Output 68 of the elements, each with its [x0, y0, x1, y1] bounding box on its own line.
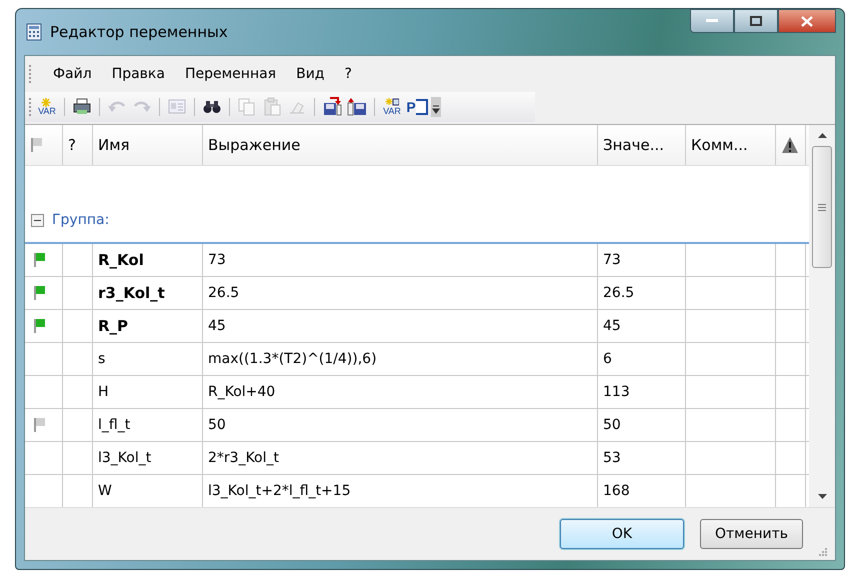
name-cell: R_Kol — [93, 244, 203, 276]
column-header[interactable]: Комм... — [686, 125, 776, 165]
expression-cell: 45 — [203, 310, 598, 342]
icon-label: VAR — [38, 107, 56, 116]
scroll-down-icon[interactable] — [818, 494, 826, 499]
dialog-button[interactable]: OK — [560, 519, 684, 549]
menu-item[interactable]: Вид — [296, 64, 324, 84]
value-cell: 6 — [598, 343, 686, 375]
value-cell: 73 — [598, 244, 686, 276]
maximize-icon — [750, 16, 762, 26]
group-label: Группа: — [52, 212, 110, 228]
floppy-arrow-icon[interactable] — [322, 97, 342, 117]
column-header[interactable]: Выражение — [203, 125, 598, 165]
column-header[interactable]: ? — [63, 125, 93, 165]
new-variable-button[interactable]: VAR — [36, 95, 58, 119]
name-cell: H — [93, 376, 203, 408]
dialog-button[interactable]: Отменить — [700, 519, 803, 549]
flag-icon[interactable] — [33, 318, 47, 334]
minimize-button[interactable] — [690, 9, 734, 33]
expression-cell: 73 — [203, 244, 598, 276]
value-cell: 26.5 — [598, 277, 686, 309]
star-icon — [385, 98, 399, 107]
collapse-toggle[interactable] — [31, 214, 44, 226]
icon-label: VAR — [383, 107, 401, 116]
expression-cell: R_Kol+40 — [203, 376, 598, 408]
menu-item[interactable]: Переменная — [184, 64, 276, 84]
expression-cell: 2*r3_Kol_t — [203, 442, 598, 474]
icon-label: P — [406, 99, 416, 115]
parameter-button[interactable]: P — [406, 95, 428, 119]
value-cell: 45 — [598, 310, 686, 342]
value-cell: 113 — [598, 376, 686, 408]
name-cell: l3_Kol_t — [93, 442, 203, 474]
flag-icon[interactable] — [33, 417, 47, 433]
menu-item[interactable]: Файл — [53, 64, 92, 84]
printer-icon[interactable] — [72, 97, 92, 117]
menu-item[interactable]: Правка — [112, 64, 165, 84]
value-cell: 53 — [598, 442, 686, 474]
variable-table-button[interactable]: VAR — [381, 95, 403, 119]
calculator-icon — [26, 23, 42, 41]
window-title: Редактор переменных — [50, 23, 228, 41]
overflow-icon[interactable] — [431, 97, 441, 117]
name-cell: R_P — [93, 310, 203, 342]
scroll-up-icon[interactable] — [818, 133, 826, 138]
minimize-icon — [706, 19, 718, 23]
maximize-button[interactable] — [734, 9, 778, 33]
flag-icon[interactable] — [33, 252, 47, 268]
column-header[interactable]: Имя — [93, 125, 203, 165]
warning-icon — [781, 136, 799, 154]
close-icon — [801, 16, 813, 26]
name-cell: l_fl_t — [93, 409, 203, 441]
expression-cell: l3_Kol_t+2*l_fl_t+15 — [203, 475, 598, 507]
expression-cell: 50 — [203, 409, 598, 441]
resize-grip-icon — [819, 548, 827, 556]
name-cell: s — [93, 343, 203, 375]
expression-cell: max((1.3*(T2)^(1/4)),6) — [203, 343, 598, 375]
scrollbar-thumb[interactable] — [812, 146, 832, 268]
expression-cell: 26.5 — [203, 277, 598, 309]
menu-item[interactable]: ? — [344, 64, 352, 84]
name-cell: r3_Kol_t — [93, 277, 203, 309]
name-cell: W — [93, 475, 203, 507]
flag-icon[interactable] — [33, 285, 47, 301]
flag-icon — [30, 137, 44, 153]
close-button[interactable] — [778, 9, 836, 33]
value-cell: 168 — [598, 475, 686, 507]
value-cell: 50 — [598, 409, 686, 441]
floppy-arrow-icon[interactable] — [347, 97, 367, 117]
column-header[interactable]: Значе... — [598, 125, 686, 165]
grip-icon — [818, 204, 826, 210]
